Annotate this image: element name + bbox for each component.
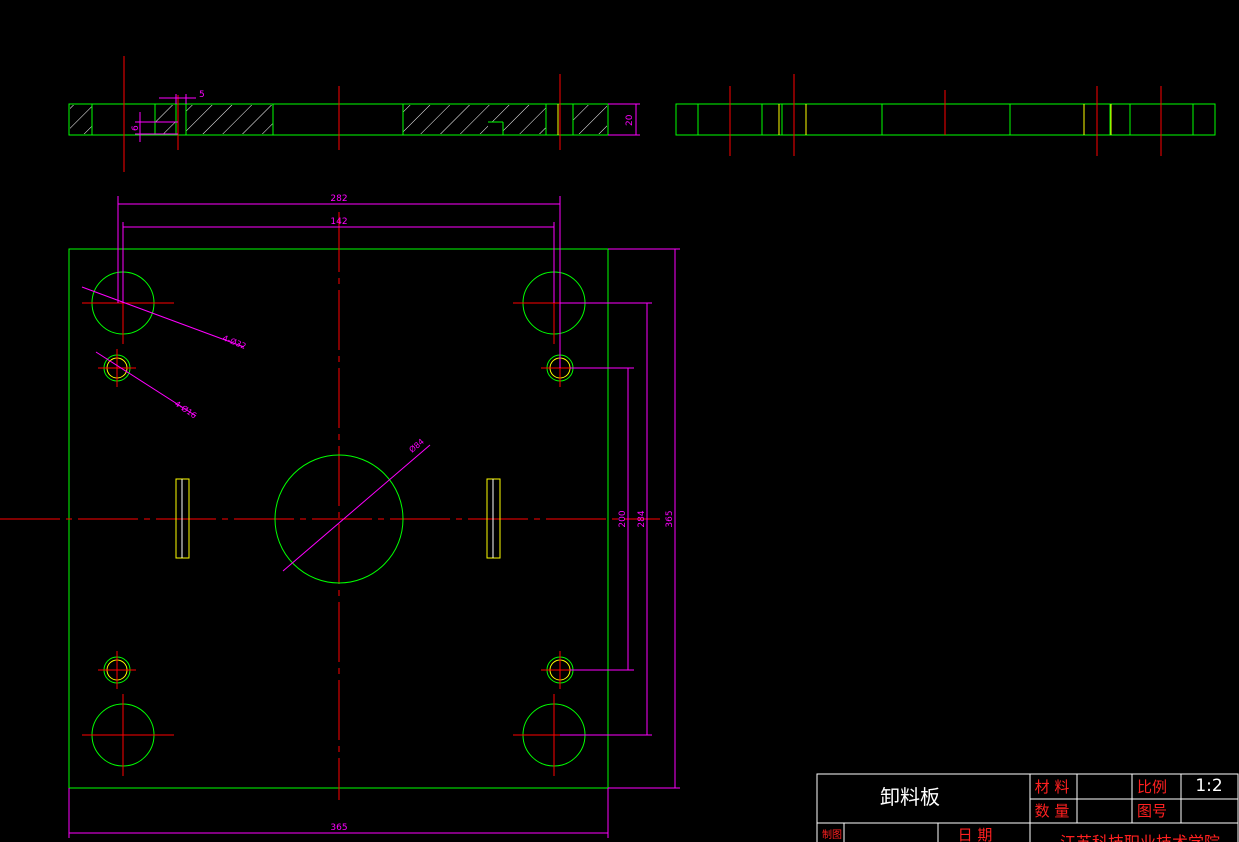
- dim-5-label: 5: [199, 90, 205, 100]
- dim-142-label: 142: [330, 217, 347, 227]
- dim-bottom-label: 365: [330, 823, 347, 833]
- leaders: [81, 286, 431, 572]
- section-hatch-1: [70, 105, 92, 134]
- side-centerlines: [729, 74, 1162, 156]
- quantity-label: 数 量: [1035, 802, 1070, 820]
- org-text: 江苏科技职业技术学院: [1060, 833, 1220, 842]
- section-hatch-4: [573, 105, 607, 134]
- plan-centerlines: [0, 212, 660, 800]
- plan-view: 282 142 200 284 365 365 4-Ø32 4-Ø16 Ø84: [0, 194, 680, 838]
- holes-large-label: 4-Ø32: [221, 333, 247, 351]
- drawing-no-label: 图号: [1137, 802, 1167, 820]
- material-label: 材 料: [1035, 778, 1070, 796]
- center-hole-label: Ø84: [407, 436, 426, 454]
- drafter-label: 制图: [822, 828, 842, 841]
- dim-365-label: 365: [665, 510, 675, 527]
- section-step: [488, 122, 503, 134]
- title-block: 卸料板 材 料 数 量 比例 图号 1:2 制图 日 期 江苏科技职业技术学院: [816, 773, 1239, 842]
- scale-label: 比例: [1137, 778, 1167, 796]
- scale-value: 1:2: [1195, 776, 1222, 796]
- side-view: [675, 74, 1216, 156]
- dim-282-label: 282: [330, 194, 347, 204]
- dim-284-label: 284: [637, 510, 647, 527]
- section-hatch-2: [155, 105, 273, 134]
- section-view: 5 6 20: [68, 56, 640, 172]
- dim-200-label: 200: [618, 510, 628, 527]
- dim-6-label: 6: [131, 125, 141, 131]
- section-hatch-3: [403, 105, 546, 134]
- part-name: 卸料板: [880, 785, 940, 809]
- date-label: 日 期: [958, 826, 993, 842]
- cad-drawing: 5 6 20 282 142 200 284 365 365 4-Ø32 4-Ø…: [0, 56, 1239, 842]
- holes-small-label: 4-Ø16: [173, 398, 199, 420]
- dim-thickness-label: 20: [625, 114, 635, 126]
- dim-thickness: [608, 103, 640, 136]
